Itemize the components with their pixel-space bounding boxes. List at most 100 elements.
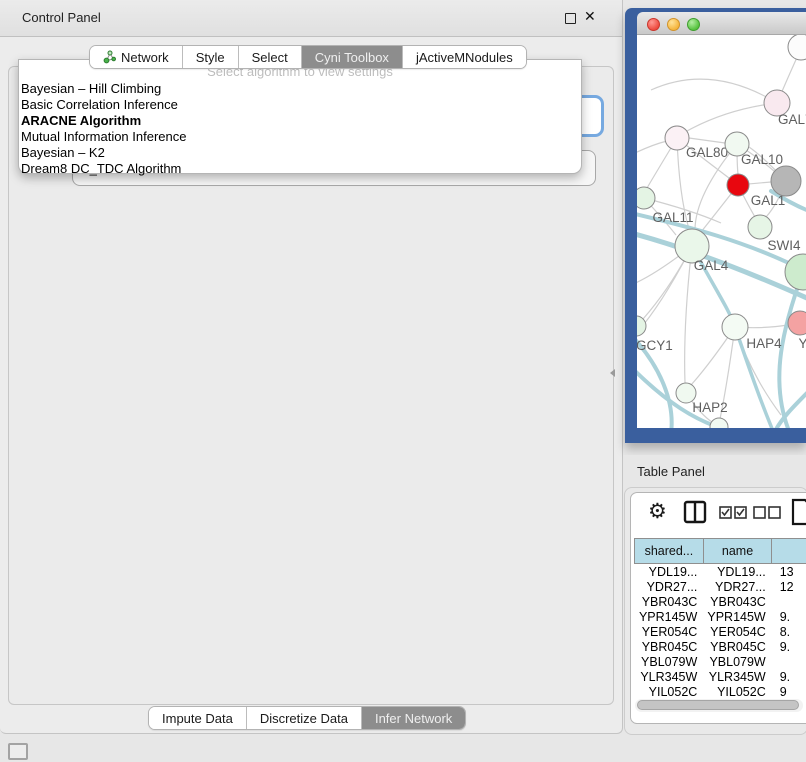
table-cell: YDR27... bbox=[635, 579, 704, 594]
node-gray[interactable] bbox=[771, 166, 801, 196]
table-row[interactable]: YDL19...YDL19...13 bbox=[635, 564, 806, 580]
tab-label: Cyni Toolbox bbox=[315, 50, 389, 65]
collapsed-panel-icon[interactable] bbox=[8, 743, 28, 760]
network-canvas[interactable]: GAL80GAL10GAL1GAL11SWI4GAL4HAP4YGCY1HAP2… bbox=[637, 35, 806, 428]
network-edge[interactable] bbox=[687, 103, 777, 131]
control-panel-tabs: Network Style Select Cyni Toolbox jActiveMNo… bbox=[89, 45, 527, 69]
table-cell: YPR145W bbox=[703, 609, 771, 624]
column-header-name[interactable]: name bbox=[703, 539, 771, 564]
table-cell: YDL19... bbox=[635, 564, 704, 580]
node-label-y: Y bbox=[798, 336, 806, 351]
table-horizontal-scrollbar[interactable] bbox=[635, 699, 803, 712]
table-row[interactable]: YPR145WYPR145W9. bbox=[635, 609, 806, 624]
table-cell: 8. bbox=[772, 624, 806, 639]
node-label-gal7: GAL7 bbox=[778, 112, 806, 127]
tab-label: Style bbox=[196, 50, 225, 65]
gear-icon[interactable]: ⚙ bbox=[648, 499, 667, 524]
tab-style[interactable]: Style bbox=[183, 46, 239, 68]
node-hap4[interactable] bbox=[722, 314, 748, 340]
tab-jactivemnodules[interactable]: jActiveMNodules bbox=[403, 46, 526, 68]
bottom-tab-impute-data[interactable]: Impute Data bbox=[149, 707, 247, 729]
table-row[interactable]: YDR27...YDR27...12 bbox=[635, 579, 806, 594]
tab-network[interactable]: Network bbox=[90, 46, 183, 68]
document-icon[interactable] bbox=[791, 498, 806, 526]
select-all-checkboxes-icon[interactable] bbox=[719, 506, 747, 519]
table-cell: YER054C bbox=[703, 624, 771, 639]
tab-label: Infer Network bbox=[375, 711, 452, 726]
screen: Control Panel ✕ Network Style Select Cyni T… bbox=[0, 0, 806, 762]
tab-label: Discretize Data bbox=[260, 711, 348, 726]
node-big-right[interactable] bbox=[785, 254, 806, 290]
network-edge[interactable] bbox=[651, 79, 777, 103]
network-icon bbox=[103, 50, 116, 64]
algorithm-option-bayesian-k2[interactable]: Bayesian – K2 bbox=[19, 145, 581, 161]
panel-resize-grip[interactable] bbox=[610, 369, 615, 377]
node-top-partial[interactable] bbox=[788, 35, 806, 60]
control-panel-titlebar[interactable]: Control Panel ✕ bbox=[0, 0, 622, 37]
node-swi4[interactable] bbox=[748, 215, 772, 239]
table-cell: YIL052C bbox=[635, 684, 704, 699]
column-header-hidden[interactable] bbox=[772, 539, 806, 564]
bottom-tab-discretize-data[interactable]: Discretize Data bbox=[247, 707, 362, 729]
network-edge[interactable] bbox=[685, 246, 692, 383]
close-traffic-light-icon[interactable] bbox=[647, 18, 660, 31]
algorithm-option-bayesian-hill-climbing[interactable]: Bayesian – Hill Climbing bbox=[19, 81, 581, 97]
algorithm-option-dream8-dc-tdc-algorithm[interactable]: Dream8 DC_TDC Algorithm bbox=[19, 161, 581, 177]
table-row[interactable]: YIL052CYIL052C9 bbox=[635, 684, 806, 699]
control-panel-title: Control Panel bbox=[22, 10, 101, 25]
node-label-hap2: HAP2 bbox=[692, 400, 727, 415]
node-gcy1[interactable] bbox=[637, 316, 646, 336]
table-cell: YPR145W bbox=[635, 609, 704, 624]
network-view-window: GAL80GAL10GAL1GAL11SWI4GAL4HAP4YGCY1HAP2… bbox=[625, 8, 806, 443]
algorithm-dropdown-items: Bayesian – Hill ClimbingBasic Correlatio… bbox=[19, 81, 581, 177]
tab-cyni-toolbox[interactable]: Cyni Toolbox bbox=[302, 46, 403, 68]
table-cell: YDL19... bbox=[703, 564, 771, 580]
float-window-icon[interactable] bbox=[565, 13, 576, 24]
table-cell: YBL079W bbox=[703, 654, 771, 669]
table-cell: YER054C bbox=[635, 624, 704, 639]
bottom-tab-infer-network[interactable]: Infer Network bbox=[362, 707, 465, 729]
table-cell: 9. bbox=[772, 639, 806, 654]
node-label-gal4: GAL4 bbox=[694, 258, 729, 273]
table-cell: 9. bbox=[772, 669, 806, 684]
algorithm-option-aracne-algorithm[interactable]: ARACNE Algorithm bbox=[19, 113, 581, 129]
table-cell: YDR27... bbox=[703, 579, 771, 594]
network-window-titlebar[interactable] bbox=[637, 12, 806, 35]
table-cell: 9. bbox=[772, 609, 806, 624]
table-horizontal-scroll-thumb[interactable] bbox=[637, 700, 799, 710]
table-cell: 9 bbox=[772, 684, 806, 699]
table-cell: 12 bbox=[772, 579, 806, 594]
table-cell: YIL052C bbox=[703, 684, 771, 699]
table-row[interactable]: YER054CYER054C8. bbox=[635, 624, 806, 639]
table-cell: YLR345W bbox=[703, 669, 771, 684]
node-label-swi4: SWI4 bbox=[767, 238, 800, 253]
attribute-table[interactable]: shared...name YDL19...YDL19...13YDR27...… bbox=[634, 538, 806, 699]
node-table: ⚙ shared...name YDL19...YDL19...13YDR27.… bbox=[630, 492, 806, 724]
deselect-all-checkboxes-icon[interactable] bbox=[753, 506, 781, 519]
split-columns-icon[interactable] bbox=[683, 500, 707, 524]
algorithm-option-mutual-information-inference[interactable]: Mutual Information Inference bbox=[19, 129, 581, 145]
tab-label: jActiveMNodules bbox=[416, 50, 513, 65]
control-panel-window: Control Panel ✕ Network Style Select Cyni T… bbox=[0, 0, 623, 734]
column-header-shared[interactable]: shared... bbox=[635, 539, 704, 564]
node-bottom-partial[interactable] bbox=[710, 418, 728, 428]
table-row[interactable]: YLR345WYLR345W9. bbox=[635, 669, 806, 684]
table-panel-header: Table Panel bbox=[623, 455, 806, 487]
table-cell: YBR043C bbox=[635, 594, 704, 609]
node-gal11[interactable] bbox=[637, 187, 655, 209]
table-row[interactable]: YBR043CYBR043C bbox=[635, 594, 806, 609]
zoom-traffic-light-icon[interactable] bbox=[687, 18, 700, 31]
node-label-gal80: GAL80 bbox=[686, 145, 728, 160]
minimize-traffic-light-icon[interactable] bbox=[667, 18, 680, 31]
network-edge[interactable] bbox=[689, 138, 725, 143]
node-gal1[interactable] bbox=[727, 174, 749, 196]
tab-label: Select bbox=[252, 50, 288, 65]
tab-select[interactable]: Select bbox=[239, 46, 302, 68]
table-row[interactable]: YBR045CYBR045C9. bbox=[635, 639, 806, 654]
table-cell: 13 bbox=[772, 564, 806, 580]
cyni-bottom-tabs: Impute Data Discretize Data Infer Network bbox=[148, 706, 466, 730]
algorithm-option-basic-correlation-inference[interactable]: Basic Correlation Inference bbox=[19, 97, 581, 113]
network-edge[interactable] bbox=[637, 141, 667, 155]
table-row[interactable]: YBL079WYBL079W bbox=[635, 654, 806, 669]
close-icon[interactable]: ✕ bbox=[584, 8, 596, 25]
